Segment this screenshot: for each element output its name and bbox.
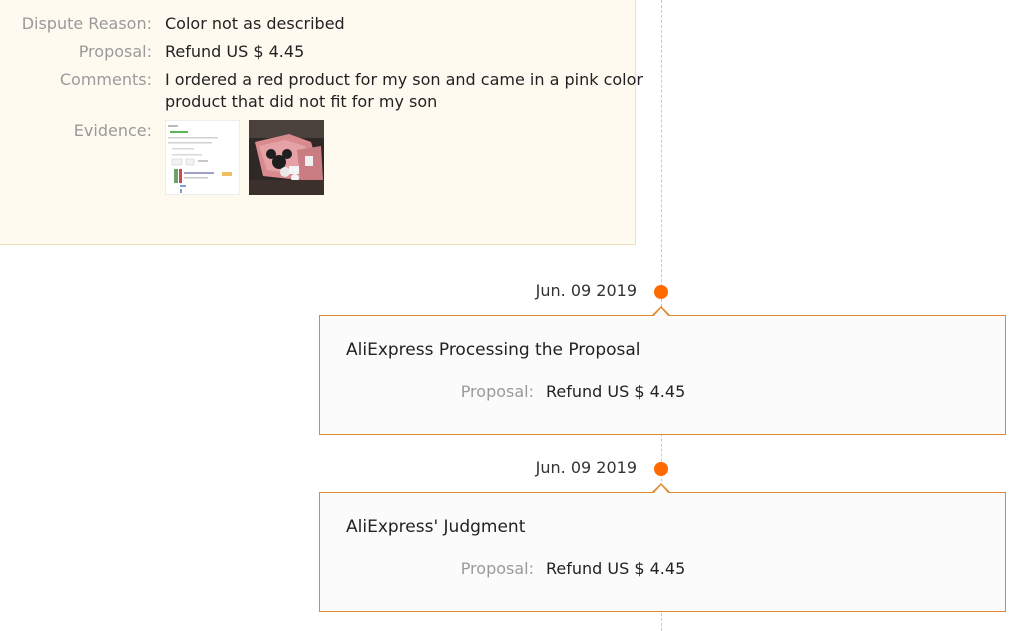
timeline-date-2: Jun. 09 2019 xyxy=(535,458,637,477)
comments-label: Comments: xyxy=(59,70,152,89)
timeline-dot-icon xyxy=(654,462,668,476)
event-proposal-label: Proposal: xyxy=(460,382,534,401)
timeline-dot-icon xyxy=(654,285,668,299)
screenshot-image xyxy=(166,121,239,194)
event-title: AliExpress' Judgment xyxy=(346,517,526,537)
dispute-details-card: Dispute Reason: Color not as described P… xyxy=(0,0,643,245)
event-proposal-value: Refund US $ 4.45 xyxy=(546,382,686,401)
dispute-reason-label: Dispute Reason: xyxy=(21,14,152,33)
event-proposal-label: Proposal: xyxy=(460,559,534,578)
evidence-label: Evidence: xyxy=(73,121,152,140)
event-proposal-value: Refund US $ 4.45 xyxy=(546,559,686,578)
evidence-product-photo-thumbnail[interactable] xyxy=(249,120,324,195)
card-pointer-inner xyxy=(653,485,669,494)
timeline-event-processing-proposal: AliExpress Processing the Proposal Propo… xyxy=(319,306,1006,435)
product-photo-image xyxy=(249,120,324,195)
comments-line-2: product that did not fit for my son xyxy=(165,92,438,111)
card-pointer-inner xyxy=(653,308,669,317)
proposal-value: Refund US $ 4.45 xyxy=(165,42,305,61)
comments-line-1: I ordered a red product for my son and c… xyxy=(165,70,643,89)
event-title: AliExpress Processing the Proposal xyxy=(346,340,641,360)
proposal-label: Proposal: xyxy=(78,42,152,61)
timeline-date-1: Jun. 09 2019 xyxy=(535,281,637,300)
timeline-event-judgment: AliExpress' Judgment Proposal: Refund US… xyxy=(319,483,1006,612)
dispute-reason-value: Color not as described xyxy=(165,14,345,33)
evidence-screenshot-thumbnail[interactable] xyxy=(165,120,240,195)
